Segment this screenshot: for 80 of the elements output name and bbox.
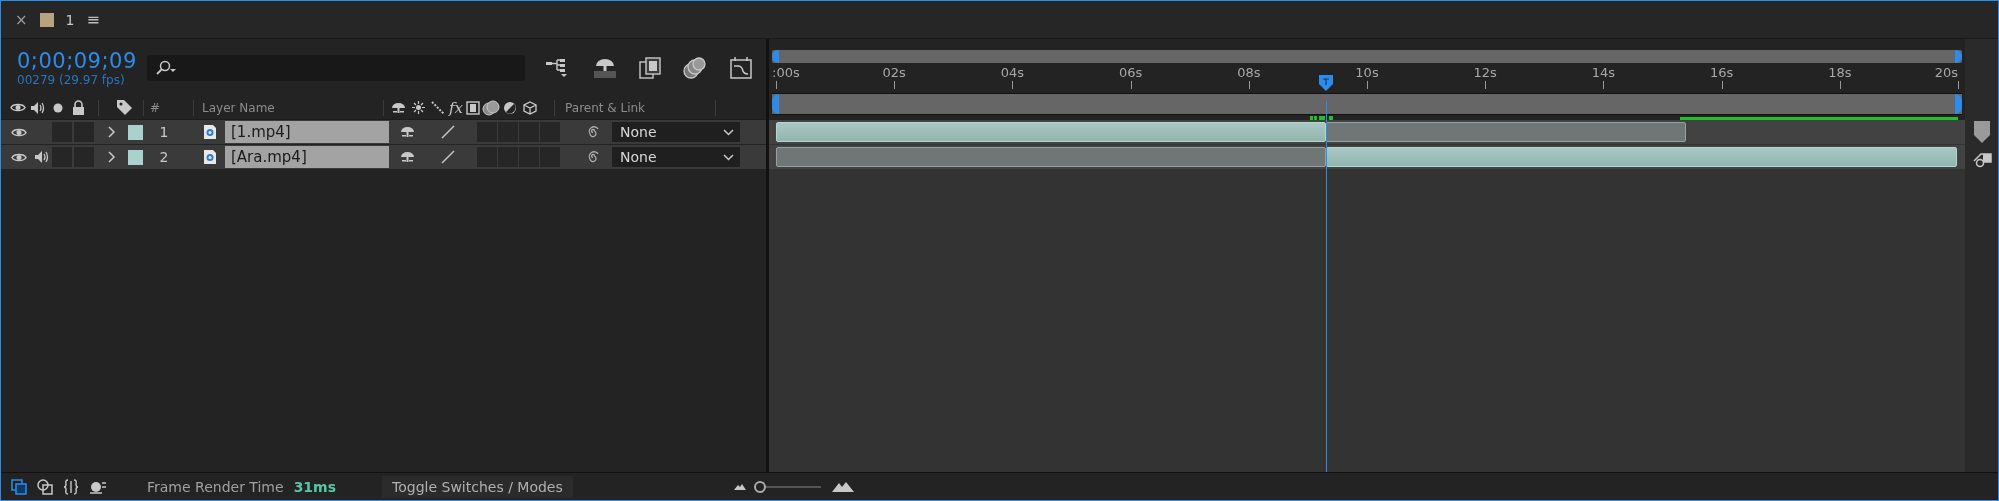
time-ruler-label: 16s — [1709, 65, 1734, 80]
shy-icon[interactable] — [390, 100, 408, 115]
pick-whip-icon[interactable] — [586, 150, 600, 164]
eye-icon[interactable] — [10, 102, 26, 113]
overlap-icon[interactable] — [37, 478, 53, 495]
close-button[interactable]: × — [15, 10, 28, 29]
time-ruler-label: 06s — [1118, 65, 1143, 80]
shy-switch-icon[interactable] — [399, 150, 416, 164]
cube-icon[interactable] — [523, 100, 538, 115]
circles-icon[interactable] — [482, 99, 501, 116]
playhead-icon[interactable] — [1318, 75, 1333, 91]
caret-icon — [723, 153, 734, 161]
speaker-icon[interactable] — [30, 100, 45, 115]
time-ruler-label: 04s — [1000, 65, 1025, 80]
work-area-end-handle[interactable] — [1955, 94, 1962, 114]
shy-icon[interactable] — [593, 56, 617, 79]
time-ruler-label: 08s — [1237, 65, 1261, 80]
render-cache-marks-icon — [1309, 116, 1334, 120]
layer-row[interactable]: 1 [1.mp4] None — [1, 120, 766, 144]
comp-marker-icon[interactable] — [1973, 121, 1990, 143]
adjustment-icon[interactable] — [503, 100, 518, 115]
footage-file-icon — [203, 124, 217, 140]
layers-icon[interactable] — [11, 478, 27, 495]
work-area-bar[interactable] — [772, 93, 1962, 115]
label-icon[interactable] — [116, 99, 133, 116]
solo-icon[interactable] — [53, 102, 63, 113]
layer-number: 1 — [158, 124, 170, 140]
navigator-end-handle[interactable] — [1955, 50, 1962, 63]
label-color-swatch[interactable] — [128, 149, 143, 165]
frame-count: 00279 (29.97 fps) — [17, 72, 126, 87]
time-ruler-label: 12s — [1473, 65, 1497, 80]
pick-whip-icon[interactable] — [586, 125, 600, 139]
frame-render-label: Frame Render Time — [147, 478, 284, 495]
motion-blur-icon[interactable] — [89, 479, 107, 494]
layer-name-field[interactable]: [Ara.mp4] — [225, 146, 389, 168]
toggle-switches-button[interactable]: Toggle Switches / Modes — [382, 475, 573, 498]
layer-number: 2 — [158, 149, 170, 165]
braces-icon[interactable] — [63, 478, 79, 495]
film-icon[interactable] — [466, 100, 481, 115]
parent-dropdown[interactable]: None — [612, 147, 740, 167]
speaker-icon[interactable] — [33, 150, 49, 164]
time-ruler-label: 10s — [1355, 65, 1379, 80]
time-ruler-label: 18s — [1828, 65, 1852, 80]
quality-icon[interactable] — [431, 100, 446, 115]
time-ruler-label: :00s — [772, 65, 800, 80]
column-header[interactable]: Parent & Link — [565, 100, 716, 115]
tab-title[interactable]: 1 — [65, 11, 75, 28]
footage-file-icon — [203, 149, 217, 165]
lock-icon[interactable] — [72, 100, 85, 115]
layer-row[interactable]: 2 [Ara.mp4] None — [1, 145, 766, 169]
quality-switch-icon[interactable] — [441, 125, 455, 139]
zoom-in-icon[interactable] — [830, 480, 855, 493]
quality-switch-icon[interactable] — [441, 150, 455, 164]
eye-icon[interactable] — [11, 151, 27, 163]
graph-editor-icon[interactable] — [729, 55, 753, 80]
search-icon — [155, 59, 177, 76]
layer-name-field[interactable]: [1.mp4] — [225, 121, 389, 143]
frame-render-time: 31ms — [293, 478, 337, 495]
effects-column-header: fx — [449, 98, 464, 117]
parent-dropdown[interactable]: None — [612, 122, 740, 142]
column-header[interactable]: # — [150, 100, 161, 115]
time-ruler-label: 20s — [1934, 65, 1958, 80]
column-header[interactable]: Layer Name — [202, 100, 384, 115]
eye-icon[interactable] — [11, 126, 27, 138]
timecode[interactable]: 0;00;09;09 — [17, 48, 147, 73]
sun-icon[interactable] — [412, 101, 426, 114]
label-color-swatch[interactable] — [128, 124, 143, 140]
caret-icon — [723, 128, 734, 136]
work-area-start-handle[interactable] — [772, 94, 779, 114]
shy-switch-icon[interactable] — [399, 125, 416, 139]
comp-button-icon[interactable] — [1971, 151, 1992, 169]
film-stack-icon[interactable] — [639, 56, 661, 79]
time-ruler-label: 02s — [882, 65, 906, 80]
zoom-out-icon[interactable] — [732, 482, 747, 491]
menu-button[interactable]: ≡ — [86, 10, 100, 29]
navigator-start-handle[interactable] — [772, 50, 779, 63]
time-ruler-label: 14s — [1591, 65, 1616, 80]
zoom-slider[interactable] — [756, 480, 821, 493]
circles-icon[interactable] — [683, 56, 707, 79]
search-field[interactable] — [147, 54, 525, 81]
